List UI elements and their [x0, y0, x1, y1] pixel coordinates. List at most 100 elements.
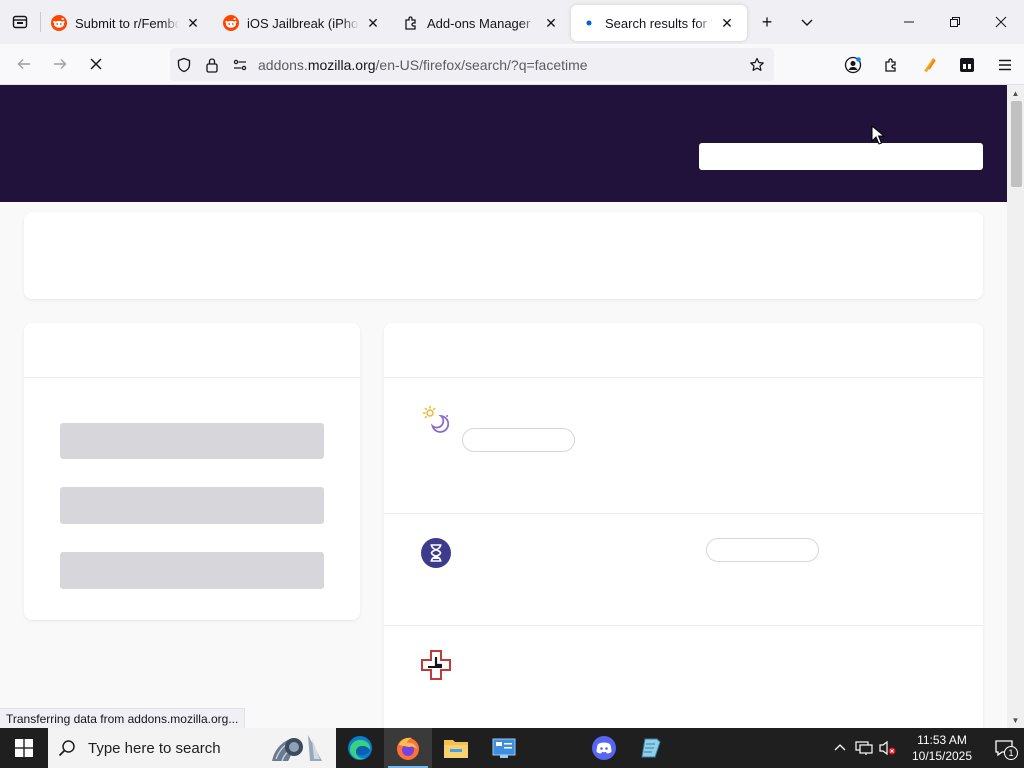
clock-date: 10/15/2025: [911, 749, 973, 763]
tab-addons-manager[interactable]: Add-ons Manager ✕: [393, 5, 571, 41]
reddit-icon: [223, 15, 239, 31]
account-icon: [844, 56, 862, 73]
loading-dot-icon: [581, 15, 597, 31]
file-explorer-icon: [444, 740, 468, 758]
firefox-view-icon: [12, 15, 28, 29]
search-result-item[interactable]: [384, 378, 983, 513]
stop-loading-button[interactable]: [78, 48, 114, 80]
card-divider: [24, 377, 360, 378]
tab-title: Search results for "facetime": [605, 15, 713, 31]
puzzle-icon: [885, 57, 896, 72]
close-tab-icon[interactable]: ✕: [541, 13, 561, 33]
tab-title: Submit to r/FemboyHo: [75, 15, 179, 31]
extension-icon: [960, 57, 974, 72]
taskbar-app-file-explorer[interactable]: [432, 728, 480, 768]
account-button[interactable]: [834, 49, 872, 81]
status-panel: Transferring data from addons.mozilla.or…: [0, 708, 246, 728]
close-tab-icon[interactable]: ✕: [183, 13, 203, 33]
volume-muted-icon: [879, 740, 896, 756]
page-scrollbar[interactable]: ▲ ▼: [1007, 85, 1024, 728]
extension-black-button[interactable]: [948, 49, 986, 81]
extensions-button[interactable]: [872, 49, 910, 81]
taskbar-app-edge[interactable]: [336, 728, 384, 768]
back-button[interactable]: [6, 48, 42, 80]
window-controls: [886, 0, 1024, 44]
url-bar[interactable]: addons.mozilla.org/en-US/firefox/search/…: [170, 48, 774, 81]
mouse-cursor-icon: [871, 125, 885, 145]
url-prefix: addons.: [258, 56, 308, 73]
clock-time: 11:53 AM: [917, 733, 967, 747]
page-content: [0, 85, 1007, 728]
search-icon: [58, 740, 75, 757]
filter-placeholder-select[interactable]: [60, 487, 324, 524]
tab-search-results[interactable]: Search results for "facetime" ✕: [571, 5, 747, 41]
taskbar-app-discord[interactable]: [580, 728, 628, 768]
edge-icon: [348, 736, 372, 760]
start-button[interactable]: [0, 728, 48, 768]
url-text[interactable]: addons.mozilla.org/en-US/firefox/search/…: [258, 57, 740, 73]
close-window-button[interactable]: [978, 0, 1024, 44]
control-panel-icon: [492, 738, 516, 758]
tracking-protection-shield-icon[interactable]: [170, 57, 198, 73]
clock-plus-icon: [420, 649, 452, 681]
arrow-right-icon: [54, 59, 67, 69]
chevron-down-icon: [801, 19, 813, 26]
result-placeholder-pill: [462, 428, 575, 452]
permissions-icon[interactable]: [226, 57, 254, 73]
windows-taskbar: Type here to search 11:53 AM 10/15/2025 …: [0, 728, 1024, 768]
filter-placeholder-select[interactable]: [60, 552, 324, 589]
hourglass-icon: [420, 537, 452, 569]
pen-extension-icon: [924, 57, 936, 72]
tab-title: iOS Jailbreak (iPhone, iPad: [247, 15, 359, 31]
extension-pen-button[interactable]: [910, 49, 948, 81]
restore-button[interactable]: [932, 0, 978, 44]
search-result-item[interactable]: [384, 514, 983, 625]
bookmark-star-icon[interactable]: [740, 57, 774, 73]
search-results-card: [384, 323, 983, 728]
firefox-icon: [397, 737, 419, 760]
notification-center-button[interactable]: 1: [984, 728, 1024, 768]
restore-icon: [950, 17, 960, 27]
hamburger-icon: [999, 59, 1011, 70]
lock-icon[interactable]: [198, 57, 226, 73]
forward-button[interactable]: [42, 48, 78, 80]
new-tab-button[interactable]: +: [747, 4, 787, 40]
close-icon: [995, 16, 1007, 28]
taskbar-search-box[interactable]: Type here to search: [48, 728, 336, 768]
app-menu-button[interactable]: [986, 49, 1024, 81]
addon-search-input[interactable]: [699, 143, 983, 170]
windows-logo-icon: [15, 739, 33, 757]
firefox-view-button[interactable]: [0, 0, 40, 44]
taskbar-app-notepad[interactable]: [628, 728, 676, 768]
tab-reddit-submit[interactable]: Submit to r/FemboyHo ✕: [41, 5, 213, 41]
url-domain: mozilla.org: [307, 56, 376, 73]
notification-count-badge: 1: [1004, 746, 1018, 760]
reddit-icon: [51, 15, 67, 31]
taskbar-clock[interactable]: 11:53 AM 10/15/2025: [900, 732, 984, 764]
search-filters-card: [24, 323, 360, 620]
list-all-tabs-button[interactable]: [787, 4, 827, 40]
scroll-up-arrow-icon[interactable]: ▲: [1007, 85, 1024, 101]
volume-button[interactable]: [876, 728, 900, 768]
taskbar-app-control-panel[interactable]: [480, 728, 528, 768]
close-tab-icon[interactable]: ✕: [717, 13, 737, 33]
amo-header: [0, 85, 1007, 202]
navigation-toolbar: addons.mozilla.org/en-US/firefox/search/…: [0, 44, 1024, 85]
close-tab-icon[interactable]: ✕: [363, 13, 383, 33]
search-highlight-illustration-icon: [272, 735, 322, 762]
discord-icon: [592, 736, 616, 760]
notepad-icon: [641, 738, 661, 758]
url-path: /en-US/firefox/search/?q=facetime: [375, 56, 588, 73]
plus-icon: +: [761, 11, 773, 32]
screen: Submit to r/FemboyHo ✕ iOS Jailbreak (iP…: [0, 0, 1024, 768]
tab-ios-jailbreak[interactable]: iOS Jailbreak (iPhone, iPad ✕: [213, 5, 393, 41]
network-button[interactable]: [852, 728, 876, 768]
scroll-thumb[interactable]: [1011, 101, 1022, 187]
minimize-button[interactable]: [886, 0, 932, 44]
close-icon: [90, 58, 102, 70]
taskbar-app-firefox[interactable]: [384, 728, 432, 768]
scroll-down-arrow-icon[interactable]: ▼: [1007, 712, 1024, 728]
show-hidden-icons-button[interactable]: [828, 728, 852, 768]
filter-placeholder-select[interactable]: [60, 423, 324, 459]
search-result-item[interactable]: [384, 626, 983, 728]
